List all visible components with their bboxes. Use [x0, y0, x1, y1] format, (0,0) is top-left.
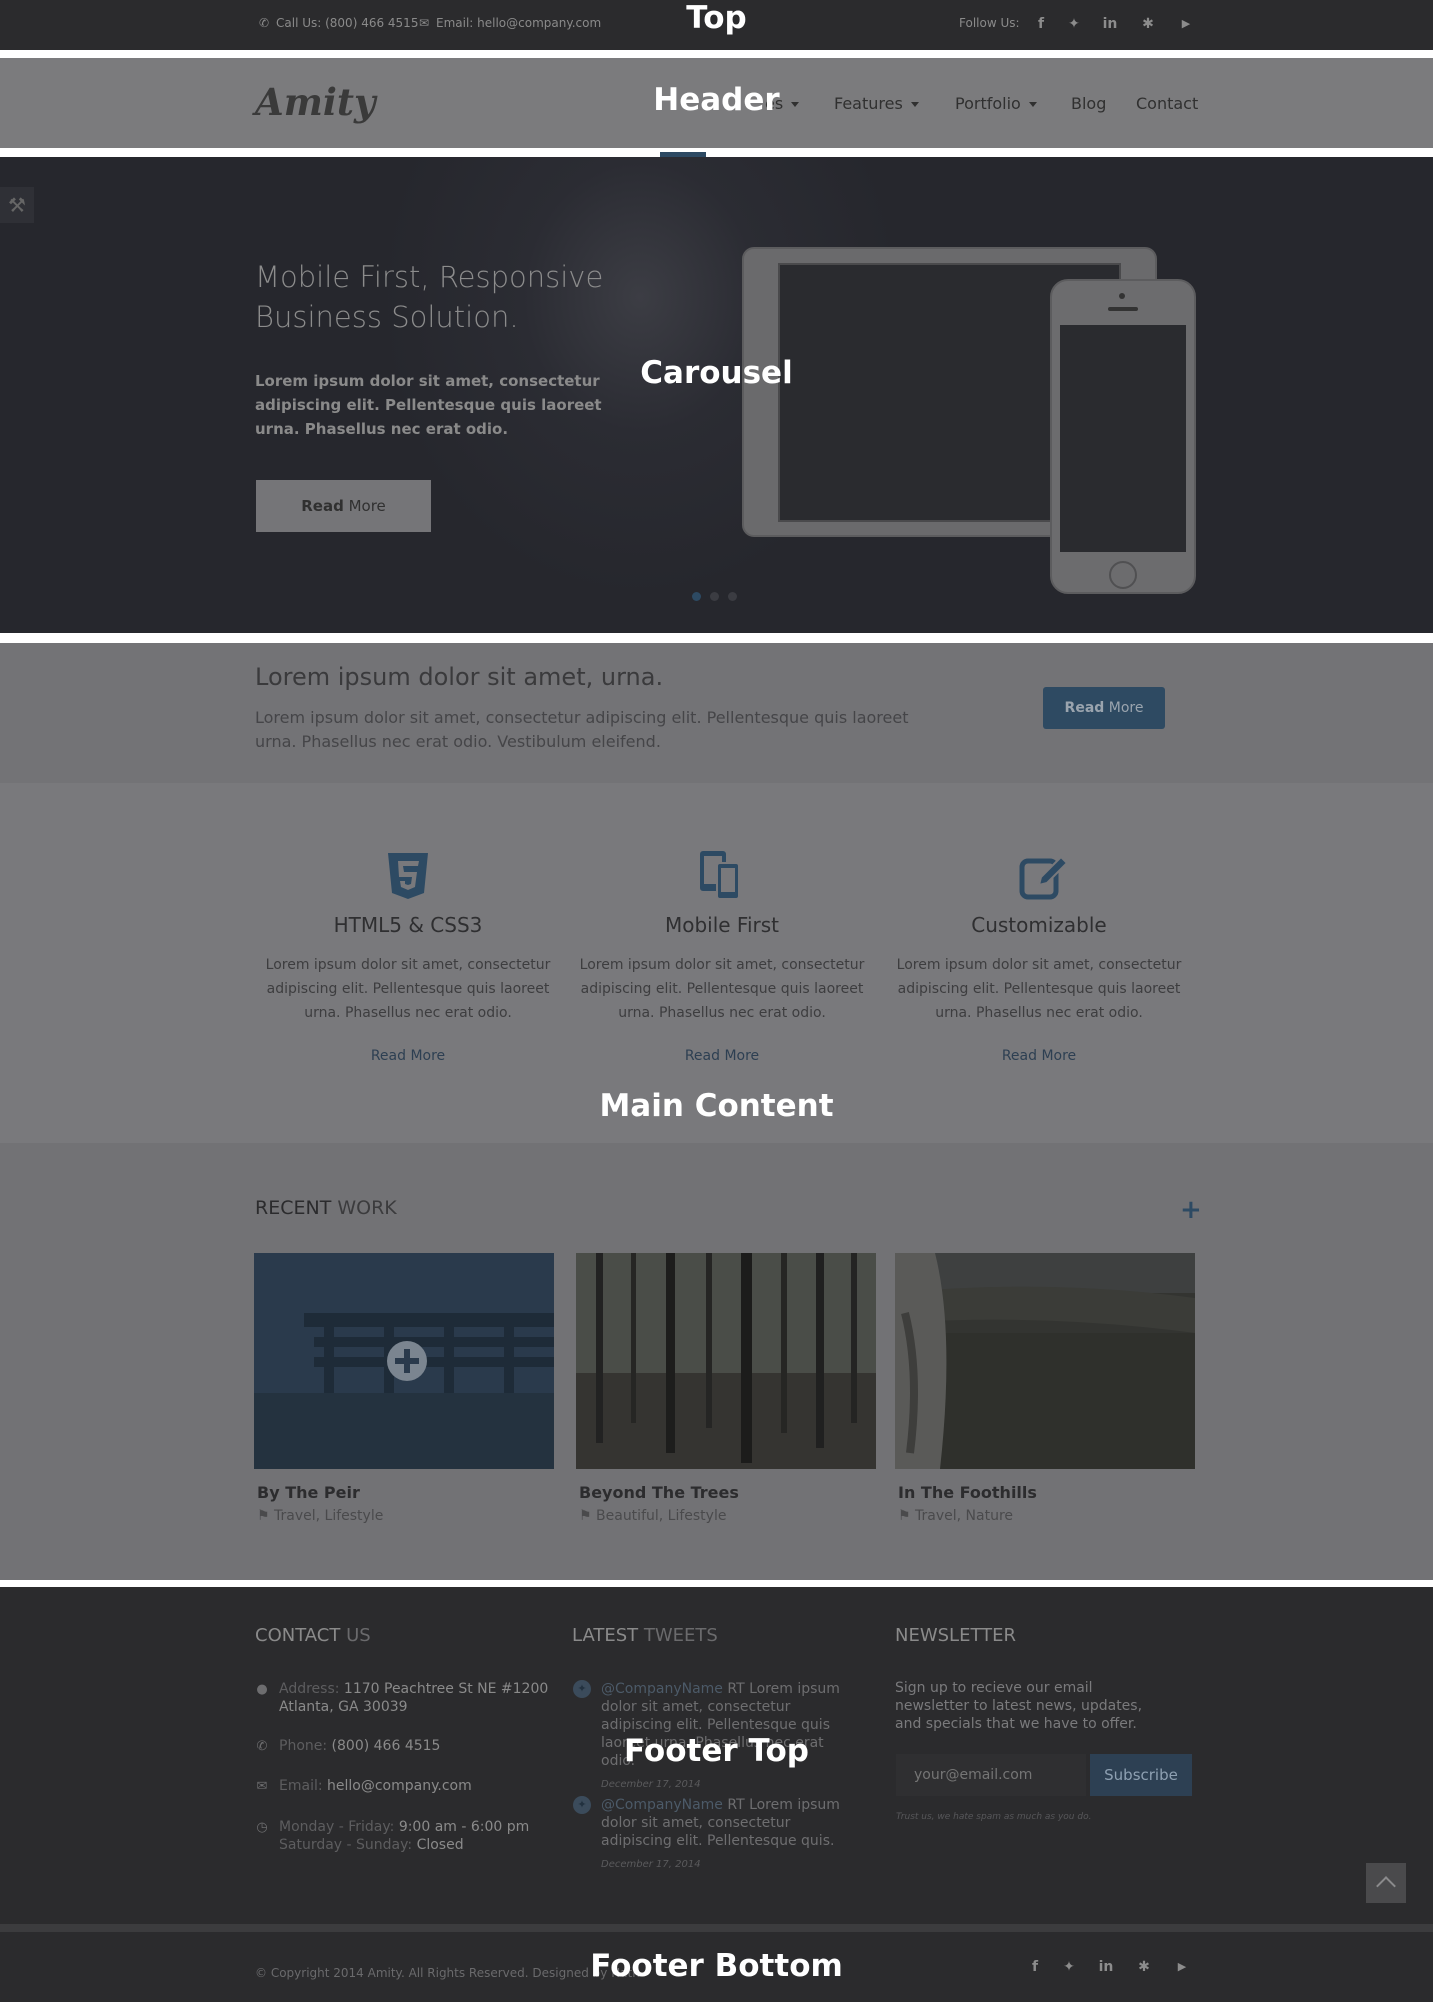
facebook-icon[interactable]: f	[1024, 1956, 1046, 1978]
work-image[interactable]	[254, 1253, 554, 1469]
clock-icon: ◷	[256, 1820, 268, 1835]
work-title[interactable]: By The Peir	[257, 1483, 360, 1502]
plus-icon[interactable]: +	[1180, 1195, 1202, 1225]
feature-read-more-link[interactable]: Read More	[258, 1048, 558, 1064]
chevron-down-icon	[1028, 102, 1037, 107]
footer-email[interactable]: ✉ Email: hello@company.com	[255, 1777, 472, 1795]
tweet: ✦ @CompanyName RT Lorem ipsum dolor sit …	[573, 1680, 861, 1794]
logo[interactable]: Amity	[255, 80, 376, 124]
feature-text: Lorem ipsum dolor sit amet, consectetur …	[265, 957, 551, 1021]
phone-image	[1050, 279, 1196, 594]
twitter-icon[interactable]: ✦	[1058, 1956, 1080, 1978]
facebook-icon[interactable]: f	[1030, 13, 1052, 35]
recent-work-section: RECENT WORK + By The Peir ⚑ Travel, Life…	[0, 1143, 1433, 1580]
twitter-icon: ✦	[573, 1680, 591, 1698]
yelp-icon[interactable]: ✱	[1133, 1956, 1155, 1978]
section-divider	[0, 633, 1433, 643]
footer-top: CONTACT US ● Address: 1170 Peachtree St …	[0, 1587, 1433, 1924]
carousel: ⚒ Mobile First, Responsive Business Solu…	[0, 157, 1433, 633]
feature-read-more-link[interactable]: Read More	[572, 1048, 872, 1064]
nav-item-features[interactable]: Features	[834, 94, 919, 113]
chevron-down-icon	[791, 102, 800, 107]
work-image[interactable]	[576, 1253, 876, 1469]
contact-heading: CONTACT US	[255, 1625, 371, 1646]
follow-us-label: Follow Us:	[959, 16, 1020, 30]
back-to-top-button[interactable]	[1366, 1863, 1406, 1903]
tag-icon: ⚑	[257, 1508, 275, 1524]
envelope-icon: ✉	[256, 1779, 268, 1794]
feature-text: Lorem ipsum dolor sit amet, consectetur …	[896, 957, 1182, 1021]
map-marker-icon: ●	[256, 1682, 268, 1697]
features-section: HTML5 & CSS3 Lorem ipsum dolor sit amet,…	[0, 783, 1433, 1143]
banner-text: Lorem ipsum dolor sit amet, consectetur …	[255, 708, 909, 751]
edit-icon	[889, 851, 1189, 901]
carousel-dot-3[interactable]	[728, 592, 737, 601]
envelope-icon: ✉	[418, 16, 430, 30]
top-email[interactable]: ✉ Email: hello@company.com	[418, 0, 601, 47]
footer-address: ● Address: 1170 Peachtree St NE #1200 At…	[256, 1681, 549, 1715]
nav-item-pages[interactable]: es	[765, 94, 800, 113]
footer-bottom: © Copyright 2014 Amity. All Rights Reser…	[0, 1924, 1433, 2002]
section-divider	[0, 1580, 1433, 1587]
nav-active-indicator	[660, 152, 706, 157]
banner-title: Lorem ipsum dolor sit amet, urna.	[255, 663, 664, 691]
section-divider	[0, 50, 1433, 58]
phone-icon: ✆	[258, 16, 270, 30]
nav-item-contact[interactable]: Contact	[1136, 94, 1198, 113]
subscribe-button[interactable]: Subscribe	[1090, 1754, 1192, 1796]
feature-title: Mobile First	[664, 913, 780, 937]
chevron-up-icon	[1376, 1876, 1396, 1896]
work-tags: ⚑ Travel, Nature	[898, 1508, 1014, 1524]
footer-phone: ✆ Phone: (800) 466 4515	[256, 1738, 441, 1754]
header: Amity es Features Portfolio Blog Contact	[0, 58, 1433, 148]
twitter-icon[interactable]: ✦	[1063, 13, 1085, 35]
work-tags: ⚑ Beautiful, Lifestyle	[579, 1508, 727, 1524]
yelp-icon[interactable]: ✱	[1137, 13, 1159, 35]
newsletter-heading: NEWSLETTER	[895, 1625, 1017, 1646]
banner-read-more-button[interactable]: Read More	[1043, 687, 1165, 729]
feature-title: Customizable	[971, 913, 1107, 937]
chevron-down-icon	[910, 102, 919, 107]
feature-read-more-link[interactable]: Read More	[889, 1048, 1189, 1064]
carousel-read-more-button[interactable]: Read More	[256, 480, 431, 532]
tag-icon: ⚑	[898, 1508, 916, 1524]
callout-banner: Lorem ipsum dolor sit amet, urna. Lorem …	[0, 643, 1433, 783]
feature-text: Lorem ipsum dolor sit amet, consectetur …	[579, 957, 865, 1021]
youtube-icon[interactable]: ▶	[1175, 13, 1197, 35]
linkedin-icon[interactable]: in	[1095, 1956, 1117, 1978]
carousel-dot-2[interactable]	[710, 592, 719, 601]
mobile-devices-icon	[572, 851, 872, 901]
phone-icon: ✆	[256, 1739, 268, 1754]
newsletter-note: Trust us, we hate spam as much as you do…	[896, 1812, 1092, 1822]
carousel-title: Mobile First, Responsive Business Soluti…	[255, 260, 604, 334]
carousel-text: Lorem ipsum dolor sit amet, consectetur …	[255, 372, 602, 438]
work-title[interactable]: Beyond The Trees	[579, 1483, 739, 1502]
feature-title: HTML5 & CSS3	[333, 913, 483, 937]
work-title[interactable]: In The Foothills	[898, 1483, 1037, 1502]
carousel-dot-1[interactable]	[692, 592, 701, 601]
youtube-icon[interactable]: ▶	[1171, 1956, 1193, 1978]
nav-item-portfolio[interactable]: Portfolio	[955, 94, 1037, 113]
work-image[interactable]	[895, 1253, 1195, 1469]
footer-hours: ◷ Monday - Friday: 9:00 am - 6:00 pm Sat…	[256, 1819, 530, 1853]
tweets-heading: LATEST TWEETS	[572, 1625, 718, 1646]
work-tags: ⚑ Travel, Lifestyle	[257, 1508, 384, 1524]
linkedin-icon[interactable]: in	[1099, 13, 1121, 35]
newsletter-email-input[interactable]	[896, 1754, 1086, 1796]
nav-item-blog[interactable]: Blog	[1071, 94, 1106, 113]
twitter-icon: ✦	[573, 1796, 591, 1814]
wrench-icon[interactable]: ⚒	[0, 187, 34, 223]
html5-icon	[258, 851, 558, 901]
tag-icon: ⚑	[579, 1508, 597, 1524]
recent-work-title: RECENT WORK	[255, 1197, 397, 1219]
tweet: ✦ @CompanyName RT Lorem ipsum dolor sit …	[573, 1796, 861, 1874]
top-phone: ✆ Call Us: (800) 466 4515	[258, 0, 418, 47]
newsletter-text: Sign up to recieve our email newsletter …	[895, 1680, 1143, 1732]
copyright-text: © Copyright 2014 Amity. All Rights Reser…	[255, 1966, 640, 1980]
top-bar: ✆ Call Us: (800) 466 4515 ✉ Email: hello@c…	[0, 0, 1433, 50]
section-divider	[0, 148, 1433, 157]
